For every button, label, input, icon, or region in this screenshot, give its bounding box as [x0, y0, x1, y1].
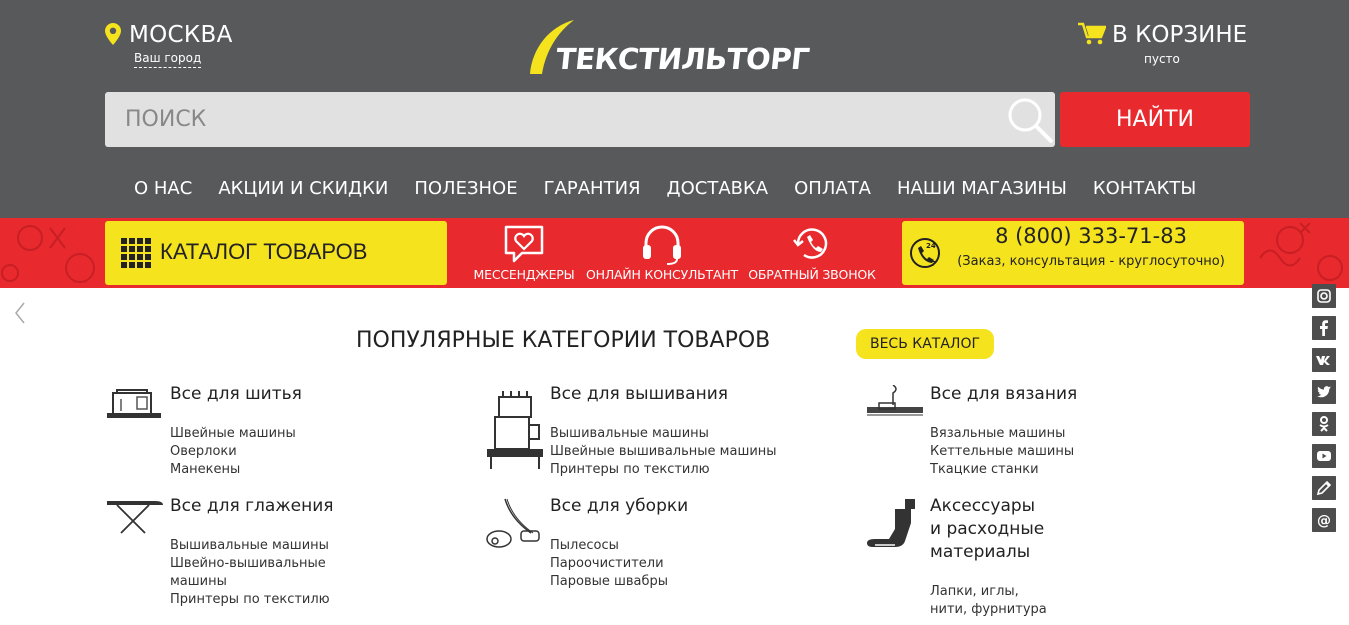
- embroidery-machine-icon: [487, 391, 543, 469]
- category-link[interactable]: Принтеры по текстилю: [550, 461, 777, 479]
- phone-24-7-icon: 24 7: [910, 238, 940, 268]
- logo-text: ТЕКСТИЛЬТОРГ: [554, 42, 811, 76]
- search-bar: [105, 92, 1055, 147]
- nav-warranty[interactable]: ГАРАНТИЯ: [544, 176, 641, 202]
- category-link[interactable]: Манекены: [170, 461, 296, 479]
- category-link[interactable]: Кеттельные машины: [930, 443, 1074, 461]
- category-link[interactable]: Принтеры по текстилю: [170, 591, 330, 609]
- section-title: ПОПУЛЯРНЫЕ КАТЕГОРИИ ТОВАРОВ: [356, 328, 771, 353]
- catalog-label: КАТАЛОГ ТОВАРОВ: [160, 239, 368, 264]
- online-consultant-link[interactable]: ОНЛАЙН КОНСУЛЬТАНТ: [583, 221, 741, 285]
- grid-icon: [121, 238, 151, 268]
- nav-payment[interactable]: ОПЛАТА: [794, 176, 871, 202]
- category-title[interactable]: Все для вышивания: [550, 383, 728, 406]
- phone-number[interactable]: 8 (800) 333-71-83: [946, 224, 1236, 248]
- callback-label: ОБРАТНЫЙ ЗВОНОК: [748, 267, 876, 282]
- nav-delivery[interactable]: ДОСТАВКА: [667, 176, 769, 202]
- vk-icon[interactable]: [1312, 348, 1336, 372]
- youtube-icon[interactable]: [1312, 444, 1336, 468]
- headset-icon: [643, 225, 681, 265]
- callback-phone-icon: [793, 228, 828, 259]
- odnoklassniki-icon[interactable]: [1312, 412, 1336, 436]
- site-logo[interactable]: ТЕКСТИЛЬТОРГ: [528, 18, 811, 78]
- presser-foot-icon: [867, 499, 915, 547]
- cart-icon: [1078, 22, 1106, 45]
- site-header: МОСКВА Ваш город ТЕКСТИЛЬТОРГ В КОРЗИНЕ …: [0, 0, 1349, 218]
- category-link[interactable]: нити, фурнитура: [930, 601, 1047, 619]
- category-link[interactable]: Оверлоки: [170, 443, 296, 461]
- category-link[interactable]: Вышивальные машины: [550, 425, 777, 443]
- messengers-label: МЕССЕНДЖЕРЫ: [473, 267, 575, 282]
- category-title-line: Аксессуары: [930, 496, 1036, 516]
- category-title[interactable]: Все для уборки: [550, 495, 688, 518]
- cart-widget[interactable]: В КОРЗИНЕ пусто: [1078, 20, 1248, 68]
- phone-block[interactable]: 24 7 8 (800) 333-71-83 (Заказ, консульта…: [902, 221, 1244, 285]
- pencil-icon[interactable]: [1312, 476, 1336, 500]
- chevron-left-icon[interactable]: [12, 300, 28, 326]
- knitting-machine-icon: [867, 385, 923, 416]
- category-links: Вязальные машины Кеттельные машины Ткацк…: [930, 425, 1074, 479]
- category-title-line: материалы: [930, 542, 1031, 562]
- catalog-button[interactable]: КАТАЛОГ ТОВАРОВ: [105, 221, 447, 285]
- category-links: Лапки, иглы, нити, фурнитура: [930, 583, 1047, 619]
- category-link[interactable]: Швейные машины: [170, 425, 296, 443]
- search-icon[interactable]: [1005, 95, 1055, 145]
- search-input[interactable]: [105, 92, 1015, 147]
- category-link[interactable]: Лапки, иглы,: [930, 583, 1047, 601]
- nav-contacts[interactable]: КОНТАКТЫ: [1093, 176, 1196, 202]
- category-links: Швейные машины Оверлоки Манекены: [170, 425, 296, 479]
- category-links: Пылесосы Пароочистители Паровые швабры: [550, 537, 668, 591]
- vacuum-cleaner-icon: [486, 498, 540, 548]
- nav-useful[interactable]: ПОЛЕЗНОЕ: [414, 176, 517, 202]
- consultant-label: ОНЛАЙН КОНСУЛЬТАНТ: [586, 267, 738, 282]
- callback-link[interactable]: ОБРАТНЫЙ ЗВОНОК: [745, 221, 879, 285]
- sewing-machine-icon: [107, 389, 161, 418]
- category-link[interactable]: Вязальные машины: [930, 425, 1074, 443]
- category-title-line: и расходные: [930, 519, 1045, 539]
- city-hint[interactable]: Ваш город: [134, 51, 202, 68]
- category-link[interactable]: Паровые швабры: [550, 573, 668, 591]
- svg-text:24: 24: [926, 242, 936, 250]
- all-catalog-button[interactable]: ВЕСЬ КАТАЛОГ: [856, 329, 994, 359]
- location-pin-icon: [105, 23, 121, 45]
- phone-note: (Заказ, консультация - круглосуточно): [957, 254, 1225, 269]
- search-button[interactable]: НАЙТИ: [1060, 92, 1250, 147]
- cart-label[interactable]: В КОРЗИНЕ: [1112, 20, 1247, 50]
- nav-stores[interactable]: НАШИ МАГАЗИНЫ: [897, 176, 1067, 202]
- nav-promotions[interactable]: АКЦИИ И СКИДКИ: [218, 176, 388, 202]
- category-link[interactable]: Вышивальные машины: [170, 537, 330, 555]
- cart-status: пусто: [1144, 52, 1180, 66]
- category-links: Вышивальные машины Швейные вышивальные м…: [550, 425, 777, 479]
- category-link[interactable]: машины: [170, 573, 330, 591]
- category-link[interactable]: Пароочистители: [550, 555, 668, 573]
- instagram-icon[interactable]: [1312, 284, 1336, 308]
- svg-text:@: @: [1317, 513, 1331, 529]
- category-title[interactable]: Все для шитья: [170, 383, 302, 406]
- email-icon[interactable]: @: [1312, 508, 1336, 532]
- category-link[interactable]: Швейно-вышивальные: [170, 555, 330, 573]
- action-bar: КАТАЛОГ ТОВАРОВ МЕССЕНДЖЕРЫ ОНЛАЙН КОНСУ…: [0, 218, 1349, 288]
- category-links: Вышивальные машины Швейно-вышивальные ма…: [170, 537, 330, 609]
- category-link[interactable]: Пылесосы: [550, 537, 668, 555]
- chat-heart-icon: [504, 225, 544, 263]
- main-nav: О НАС АКЦИИ И СКИДКИ ПОЛЕЗНОЕ ГАРАНТИЯ Д…: [121, 176, 1209, 202]
- category-title[interactable]: Все для глажения: [170, 495, 334, 518]
- city-name[interactable]: МОСКВА: [129, 20, 233, 50]
- category-link[interactable]: Ткацкие станки: [930, 461, 1074, 479]
- messengers-link[interactable]: МЕССЕНДЖЕРЫ: [470, 221, 578, 285]
- ironing-board-icon: [107, 501, 163, 534]
- svg-text:7: 7: [931, 260, 936, 268]
- category-title[interactable]: Аксессуары и расходные материалы: [930, 495, 1044, 564]
- facebook-icon[interactable]: [1312, 316, 1336, 340]
- category-link[interactable]: Швейные вышивальные машины: [550, 443, 777, 461]
- nav-about[interactable]: О НАС: [134, 176, 192, 202]
- category-title[interactable]: Все для вязания: [930, 383, 1077, 406]
- twitter-icon[interactable]: [1312, 380, 1336, 404]
